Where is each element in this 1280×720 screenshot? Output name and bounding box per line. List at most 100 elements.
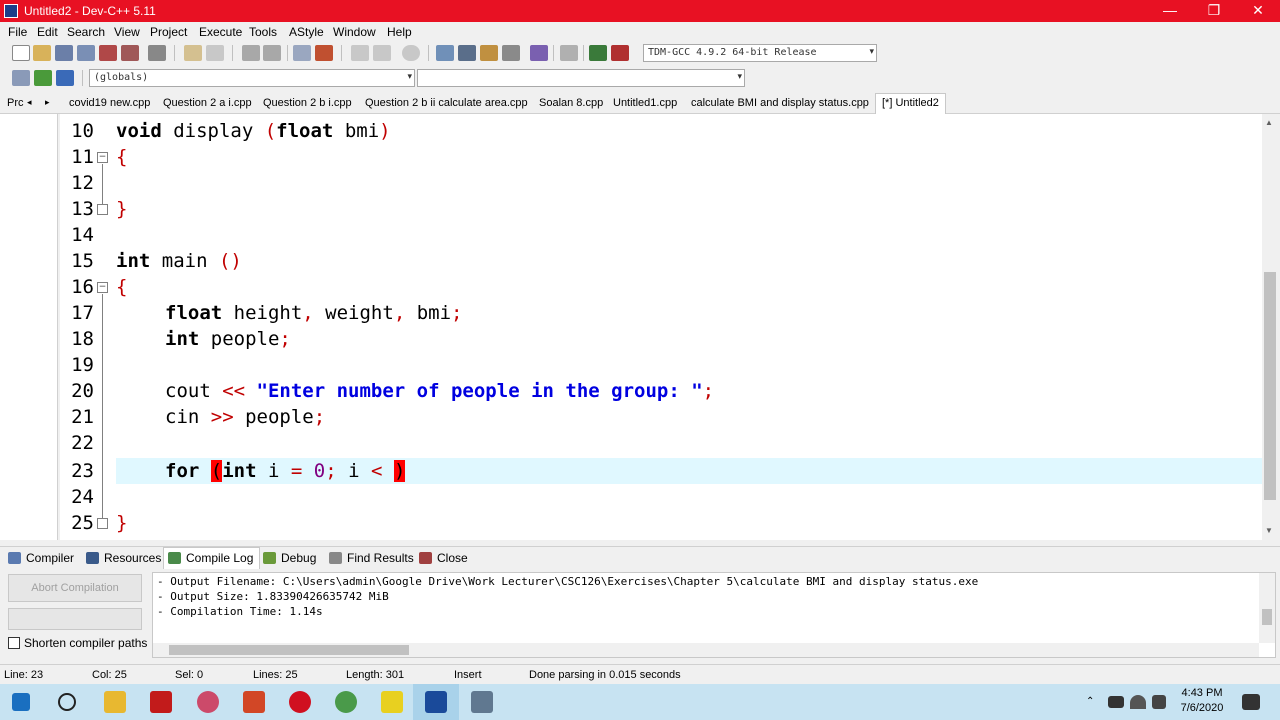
fold-collapse-icon[interactable]: − — [97, 152, 108, 163]
sticky-notes-icon[interactable] — [381, 691, 403, 713]
tab-untitled2-active[interactable]: [*] Untitled2 — [875, 93, 946, 114]
menu-edit[interactable]: Edit — [37, 25, 58, 39]
powerpoint-icon[interactable] — [243, 691, 265, 713]
wifi-icon[interactable] — [1130, 695, 1146, 709]
notepad-icon[interactable] — [471, 691, 493, 713]
fold-collapse-icon[interactable]: − — [97, 282, 108, 293]
taskbar-clock[interactable]: 4:43 PM 7/6/2020 — [1168, 686, 1236, 716]
minimize-button[interactable]: — — [1148, 0, 1192, 22]
close-file-icon[interactable] — [99, 45, 117, 61]
menu-help[interactable]: Help — [387, 25, 412, 39]
tab-covid19-new[interactable]: covid19 new.cpp — [69, 97, 150, 109]
print-icon[interactable] — [148, 45, 166, 61]
goto-bookmark-icon[interactable] — [373, 45, 391, 61]
file-explorer-icon[interactable] — [104, 691, 126, 713]
compiler-select[interactable]: TDM-GCC 4.9.2 64-bit Release ▾ — [643, 44, 877, 62]
compile-run-grid-icon[interactable] — [502, 45, 520, 61]
notification-center-icon[interactable] — [1242, 694, 1260, 710]
redo-icon[interactable] — [206, 45, 224, 61]
fullscreen-icon[interactable] — [458, 45, 476, 61]
editor-vertical-scrollbar[interactable]: ▲ ▼ — [1262, 114, 1278, 540]
tab-calculate-bmi[interactable]: calculate BMI and display status.cpp — [691, 97, 869, 109]
menu-file[interactable]: File — [8, 25, 27, 39]
line-number: 10 — [71, 120, 94, 142]
tab-soalan-8[interactable]: Soalan 8.cpp — [539, 97, 603, 109]
status-length: Length: 301 — [346, 669, 405, 681]
profile-chart-icon[interactable] — [589, 45, 607, 61]
scroll-up-icon[interactable]: ▲ — [1265, 118, 1273, 127]
tab-untitled1[interactable]: Untitled1.cpp — [613, 97, 677, 109]
cortana-search-icon[interactable] — [58, 693, 76, 711]
member-select[interactable]: ▾ — [417, 69, 745, 87]
save-icon[interactable] — [55, 45, 73, 61]
menu-execute[interactable]: Execute — [199, 25, 242, 39]
unindent-icon[interactable] — [315, 45, 333, 61]
log-vertical-scrollbar[interactable] — [1259, 573, 1275, 643]
abort-compilation-button[interactable]: Abort Compilation — [8, 574, 142, 602]
tab-debug[interactable]: Debug — [263, 551, 316, 565]
scrollbar-thumb[interactable] — [1264, 272, 1276, 500]
menu-project[interactable]: Project — [150, 25, 187, 39]
line-number: 24 — [71, 486, 94, 508]
restore-button[interactable]: ❐ — [1192, 0, 1236, 22]
tab-question-2-a-i[interactable]: Question 2 a i.cpp — [163, 97, 252, 109]
shorten-paths-checkbox[interactable] — [8, 637, 20, 649]
battery-icon[interactable] — [1108, 696, 1124, 708]
tab-scroll-right-icon[interactable]: ▸ — [45, 97, 50, 108]
scrollbar-thumb[interactable] — [169, 645, 409, 655]
tab-compiler[interactable]: Compiler — [8, 551, 74, 565]
tab-close[interactable]: Close — [419, 551, 468, 565]
stop-execution-icon[interactable] — [560, 45, 578, 61]
tab-question-2-b-ii[interactable]: Question 2 b ii calculate area.cpp — [365, 97, 528, 109]
volume-icon[interactable] — [1152, 695, 1166, 709]
menu-tools[interactable]: Tools — [249, 25, 277, 39]
acrobat-icon[interactable] — [150, 691, 172, 713]
open-file-icon[interactable] — [33, 45, 51, 61]
windows-start-icon[interactable] — [12, 693, 30, 711]
compile-log-output[interactable]: - Output Filename: C:\Users\admin\Google… — [152, 572, 1276, 658]
paren: ( — [264, 120, 277, 142]
scroll-down-icon[interactable]: ▼ — [1265, 526, 1273, 535]
menu-astyle[interactable]: AStyle — [289, 25, 324, 39]
project-manager-icon[interactable] — [436, 45, 454, 61]
goto-icon[interactable] — [34, 70, 52, 86]
delete-profile-icon[interactable] — [611, 45, 629, 61]
show-hidden-icons-icon[interactable]: ⌃ — [1086, 696, 1098, 708]
find-icon[interactable] — [242, 45, 260, 61]
code-editor[interactable]: 10 11 12 13 14 15 16 17 18 19 20 21 22 2… — [60, 114, 1262, 540]
bookmark-icon[interactable] — [56, 70, 74, 86]
devcpp-taskbar-icon[interactable] — [425, 691, 447, 713]
chrome-icon[interactable] — [335, 691, 357, 713]
insert-icon[interactable] — [12, 70, 30, 86]
tab-question-2-b-i[interactable]: Question 2 b i.cpp — [263, 97, 352, 109]
log-horizontal-scrollbar[interactable] — [153, 643, 1259, 657]
snipping-tool-icon[interactable] — [197, 691, 219, 713]
tab-compile-log[interactable]: Compile Log — [163, 547, 261, 569]
code-line-16: { — [116, 276, 128, 298]
tab-find-results[interactable]: Find Results — [329, 551, 414, 565]
class-browser-icon[interactable] — [480, 45, 498, 61]
opera-icon[interactable] — [289, 691, 311, 713]
save-all-icon[interactable] — [77, 45, 95, 61]
tab-resources[interactable]: Resources — [86, 551, 161, 565]
fold-guide-line — [102, 294, 103, 520]
toggle-bookmark-icon[interactable] — [351, 45, 369, 61]
check-syntax-icon[interactable] — [530, 45, 548, 61]
new-file-icon[interactable] — [12, 45, 30, 61]
tab-scroll-left-icon[interactable]: ◂ — [27, 97, 32, 108]
menu-window[interactable]: Window — [333, 25, 376, 39]
scope-select[interactable]: (globals) ▾ — [89, 69, 415, 87]
close-all-icon[interactable] — [121, 45, 139, 61]
fold-end-icon — [97, 204, 108, 215]
menu-view[interactable]: View — [114, 25, 140, 39]
menu-search[interactable]: Search — [67, 25, 105, 39]
goto-line-icon[interactable] — [402, 45, 420, 61]
scrollbar-thumb[interactable] — [1262, 609, 1272, 625]
replace-icon[interactable] — [263, 45, 281, 61]
semicolon: ; — [313, 406, 326, 428]
indent-icon[interactable] — [293, 45, 311, 61]
shorten-paths-option[interactable]: Shorten compiler paths — [8, 636, 147, 650]
close-window-button[interactable]: ✕ — [1236, 0, 1280, 22]
project-panel-tab[interactable]: Prc — [7, 97, 24, 109]
undo-icon[interactable] — [184, 45, 202, 61]
